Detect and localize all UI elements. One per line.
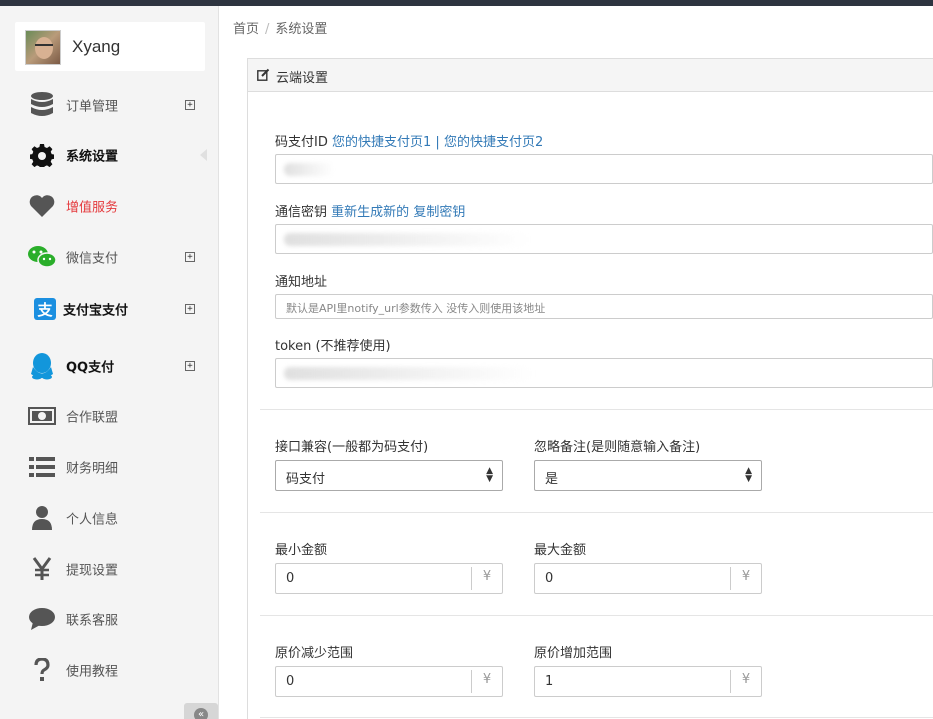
panel-header: 云端设置 bbox=[248, 59, 933, 92]
price-increase-input[interactable]: 1 ¥ bbox=[534, 666, 762, 697]
secret-label-row: 通信密钥 重新生成新的 复制密钥 bbox=[275, 201, 465, 220]
sidebar-item-value-added[interactable]: 增值服务 bbox=[0, 186, 219, 226]
token-input[interactable] bbox=[275, 358, 933, 388]
sidebar-item-label: 财务明细 bbox=[66, 461, 119, 477]
compat-label: 接口兼容(一般都为码支付) bbox=[275, 440, 429, 455]
sidebar-item-label: 联系客服 bbox=[66, 613, 119, 629]
divider bbox=[260, 409, 933, 410]
compat-select[interactable]: 码支付 ▲ ▼ bbox=[275, 460, 503, 491]
quick-pay-page-2-link[interactable]: 您的快捷支付页2 bbox=[444, 135, 543, 150]
sidebar-item-support[interactable]: 联系客服 bbox=[0, 599, 219, 639]
select-arrows-icon: ▲ ▼ bbox=[745, 466, 752, 484]
sidebar-item-withdraw[interactable]: 提现设置 bbox=[0, 549, 219, 589]
min-amount-value: 0 bbox=[286, 571, 295, 586]
token-label: token (不推荐使用) bbox=[275, 339, 391, 354]
max-amount-label: 最大金额 bbox=[534, 543, 587, 558]
price-increase-label: 原价增加范围 bbox=[534, 646, 613, 661]
user-name: Xyang bbox=[72, 37, 121, 56]
sidebar-item-label: 订单管理 bbox=[66, 99, 119, 115]
ignore-note-select[interactable]: 是 ▲ ▼ bbox=[534, 460, 762, 491]
yen-icon bbox=[27, 554, 57, 584]
yen-icon: ¥ bbox=[730, 670, 761, 693]
gear-icon bbox=[27, 140, 57, 170]
sidebar-item-profile[interactable]: 个人信息 bbox=[0, 498, 219, 538]
sidebar-item-label: 合作联盟 bbox=[66, 410, 119, 426]
min-amount-label: 最小金额 bbox=[275, 543, 328, 558]
breadcrumb-current: 系统设置 bbox=[275, 22, 328, 37]
collapse-icon: « bbox=[194, 708, 208, 719]
chat-icon bbox=[27, 604, 57, 634]
sidebar-item-alliance[interactable]: 合作联盟 bbox=[0, 396, 219, 436]
sidebar-item-system-settings[interactable]: 系统设置 bbox=[0, 135, 219, 175]
sidebar-item-label: 支付宝支付 bbox=[63, 303, 129, 319]
sidebar-item-qq-pay[interactable]: QQ支付 + bbox=[0, 346, 219, 386]
price-decrease-input[interactable]: 0 ¥ bbox=[275, 666, 503, 697]
sidebar-item-finance[interactable]: 财务明细 bbox=[0, 447, 219, 487]
copy-secret-link[interactable]: 复制密钥 bbox=[413, 205, 465, 220]
avatar[interactable] bbox=[25, 30, 61, 65]
link-separator: | bbox=[435, 135, 440, 150]
user-icon bbox=[27, 503, 57, 533]
active-indicator bbox=[200, 149, 207, 161]
pay-id-label: 码支付ID bbox=[275, 135, 328, 150]
sidebar-item-label: 微信支付 bbox=[66, 251, 119, 267]
min-amount-input[interactable]: 0 ¥ bbox=[275, 563, 503, 594]
ignore-note-label: 忽略备注(是则随意输入备注) bbox=[534, 440, 701, 455]
divider bbox=[260, 717, 933, 718]
notify-label: 通知地址 bbox=[275, 275, 328, 290]
alipay-icon: 支 bbox=[30, 294, 60, 324]
user-card[interactable]: Xyang bbox=[15, 22, 205, 71]
money-icon bbox=[27, 401, 57, 431]
notify-url-input[interactable]: 默认是API里notify_url参数传入 没传入则使用该地址 bbox=[275, 294, 933, 319]
price-decrease-value: 0 bbox=[286, 674, 295, 689]
sidebar-item-label: 系统设置 bbox=[66, 149, 119, 165]
yen-icon: ¥ bbox=[471, 670, 502, 693]
max-amount-value: 0 bbox=[545, 571, 554, 586]
sidebar-item-tutorial[interactable]: 使用教程 bbox=[0, 650, 219, 690]
panel-title: 云端设置 bbox=[276, 71, 329, 86]
sidebar-collapse-button[interactable]: « bbox=[184, 703, 218, 719]
divider bbox=[260, 615, 933, 616]
database-icon bbox=[27, 90, 57, 120]
sidebar-item-label: 增值服务 bbox=[66, 200, 119, 216]
wechat-icon bbox=[27, 242, 57, 272]
expand-icon[interactable]: + bbox=[185, 361, 195, 371]
quick-pay-page-1-link[interactable]: 您的快捷支付页1 bbox=[332, 135, 431, 150]
compat-value: 码支付 bbox=[286, 472, 326, 487]
edit-icon bbox=[257, 68, 270, 81]
sidebar-item-label: 个人信息 bbox=[66, 512, 119, 528]
expand-icon[interactable]: + bbox=[185, 304, 195, 314]
sidebar: Xyang 订单管理 + 系统设置 增值服务 微信支付 + 支 支付宝支付 + … bbox=[0, 6, 219, 719]
notify-url-placeholder: 默认是API里notify_url参数传入 没传入则使用该地址 bbox=[286, 302, 546, 315]
select-arrows-icon: ▲ ▼ bbox=[486, 466, 493, 484]
secret-label: 通信密钥 bbox=[275, 205, 328, 220]
ignore-note-value: 是 bbox=[545, 472, 559, 487]
max-amount-input[interactable]: 0 ¥ bbox=[534, 563, 762, 594]
sidebar-item-label: 使用教程 bbox=[66, 664, 119, 680]
pay-id-label-row: 码支付ID 您的快捷支付页1 | 您的快捷支付页2 bbox=[275, 131, 543, 150]
expand-icon[interactable]: + bbox=[185, 252, 195, 262]
sidebar-item-wechat-pay[interactable]: 微信支付 + bbox=[0, 237, 219, 277]
regenerate-secret-link[interactable]: 重新生成新的 bbox=[331, 205, 409, 220]
yen-icon: ¥ bbox=[730, 567, 761, 590]
breadcrumb: 首页 / 系统设置 bbox=[233, 18, 327, 37]
price-increase-value: 1 bbox=[545, 674, 554, 689]
divider bbox=[260, 512, 933, 513]
sidebar-item-alipay[interactable]: 支 支付宝支付 + bbox=[0, 289, 219, 329]
heart-icon bbox=[27, 191, 57, 221]
qq-icon bbox=[27, 351, 57, 381]
expand-icon[interactable]: + bbox=[185, 100, 195, 110]
breadcrumb-home[interactable]: 首页 bbox=[233, 22, 259, 37]
secret-input[interactable] bbox=[275, 224, 933, 254]
sidebar-item-orders[interactable]: 订单管理 + bbox=[0, 85, 219, 125]
pay-id-input[interactable] bbox=[275, 154, 933, 184]
list-icon bbox=[27, 452, 57, 482]
breadcrumb-separator: / bbox=[265, 22, 270, 37]
question-icon bbox=[27, 655, 57, 685]
price-decrease-label: 原价减少范围 bbox=[275, 646, 354, 661]
svg-text:支: 支 bbox=[36, 301, 53, 319]
yen-icon: ¥ bbox=[471, 567, 502, 590]
sidebar-item-label: QQ支付 bbox=[66, 360, 115, 376]
sidebar-item-label: 提现设置 bbox=[66, 563, 119, 579]
